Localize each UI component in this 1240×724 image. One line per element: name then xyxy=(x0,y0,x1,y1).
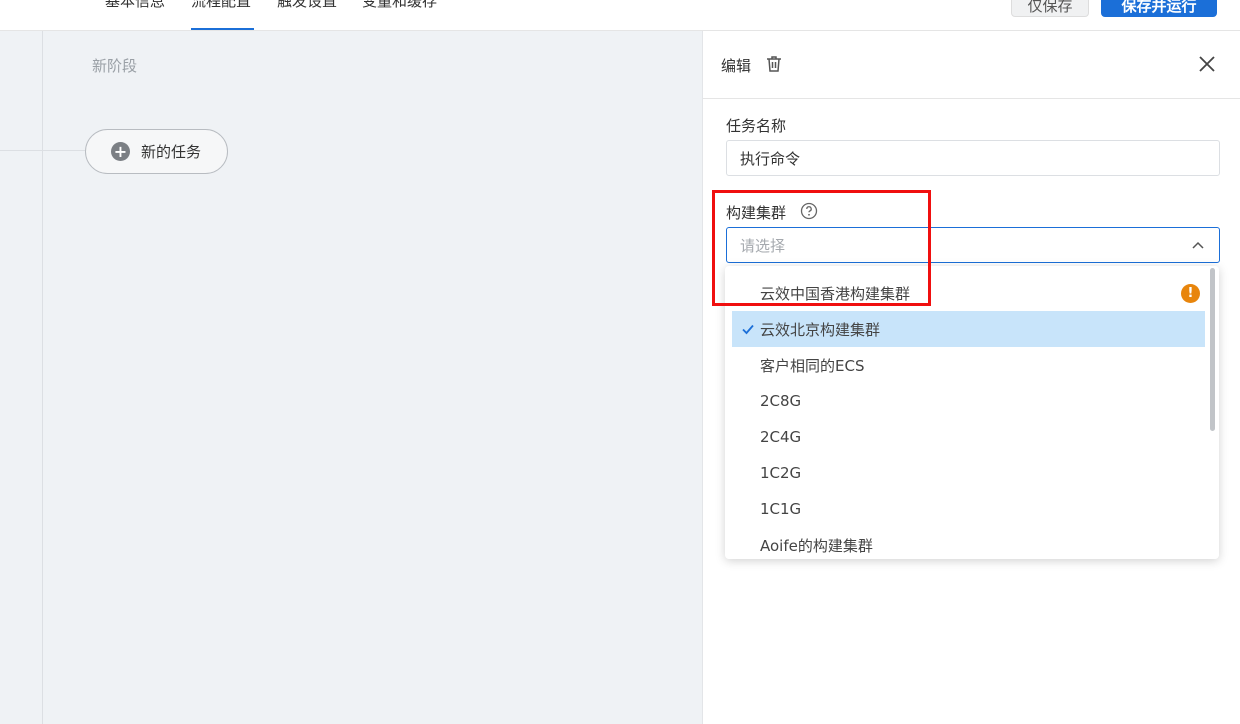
tab-trigger-settings[interactable]: 触发设置 xyxy=(277,0,337,11)
option-label: Aoife的构建集群 xyxy=(760,536,873,555)
stage-name[interactable]: 新阶段 xyxy=(92,55,137,76)
pipeline-canvas: 新阶段 + 新的任务 xyxy=(0,31,702,724)
panel-header: 编辑 xyxy=(703,31,1240,99)
task-name-label: 任务名称 xyxy=(726,117,787,135)
trash-icon[interactable] xyxy=(765,55,783,73)
cluster-dropdown: 云效中国香港构建集群 ! 云效北京构建集群 客户相同的ECS 2C8G 2C4G… xyxy=(725,266,1219,559)
dropdown-option-selected[interactable]: 云效北京构建集群 xyxy=(732,311,1205,347)
save-only-button[interactable]: 仅保存 xyxy=(1011,0,1089,17)
option-label: 云效中国香港构建集群 xyxy=(760,284,911,303)
dropdown-option[interactable]: 云效中国香港构建集群 ! xyxy=(732,275,1205,311)
cluster-select-placeholder: 请选择 xyxy=(740,236,786,255)
help-icon[interactable] xyxy=(800,202,818,220)
close-icon[interactable] xyxy=(1197,54,1217,74)
warning-icon: ! xyxy=(1181,284,1200,303)
plus-icon: + xyxy=(111,142,130,161)
option-label: 1C1G xyxy=(760,500,802,518)
tab-basic-info[interactable]: 基本信息 xyxy=(105,0,165,11)
task-name-input[interactable]: 执行命令 xyxy=(726,140,1220,176)
dropdown-option[interactable]: 1C2G xyxy=(732,455,1205,491)
dropdown-scrollbar[interactable] xyxy=(1210,268,1215,431)
dropdown-option[interactable]: 2C4G xyxy=(732,419,1205,455)
new-task-label: 新的任务 xyxy=(141,143,202,161)
option-label: 2C4G xyxy=(760,428,802,446)
option-label: 1C2G xyxy=(760,464,802,482)
connector-line xyxy=(0,150,86,151)
tab-variables-cache[interactable]: 变量和缓存 xyxy=(362,0,437,11)
tab-pipeline-config[interactable]: 流程配置 xyxy=(191,0,251,11)
top-bar: 基本信息 流程配置 触发设置 变量和缓存 仅保存 保存并运行 xyxy=(0,0,1240,31)
cluster-label: 构建集群 xyxy=(726,204,787,222)
dropdown-option[interactable]: 1C1G xyxy=(732,491,1205,527)
active-tab-indicator xyxy=(191,28,254,30)
option-label: 2C8G xyxy=(760,392,802,410)
cluster-select[interactable]: 请选择 xyxy=(726,227,1220,263)
dropdown-option[interactable]: Aoife的构建集群 xyxy=(732,527,1205,559)
stage-divider xyxy=(42,31,43,724)
chevron-up-icon xyxy=(1192,241,1204,249)
check-icon xyxy=(742,324,754,335)
option-label: 客户相同的ECS xyxy=(760,356,865,375)
dropdown-option[interactable]: 2C8G xyxy=(732,383,1205,419)
new-task-button[interactable]: + 新的任务 xyxy=(85,129,228,174)
save-and-run-button[interactable]: 保存并运行 xyxy=(1101,0,1217,17)
option-label: 云效北京构建集群 xyxy=(760,320,881,339)
panel-title: 编辑 xyxy=(721,57,752,75)
dropdown-option[interactable]: 客户相同的ECS xyxy=(732,347,1205,383)
